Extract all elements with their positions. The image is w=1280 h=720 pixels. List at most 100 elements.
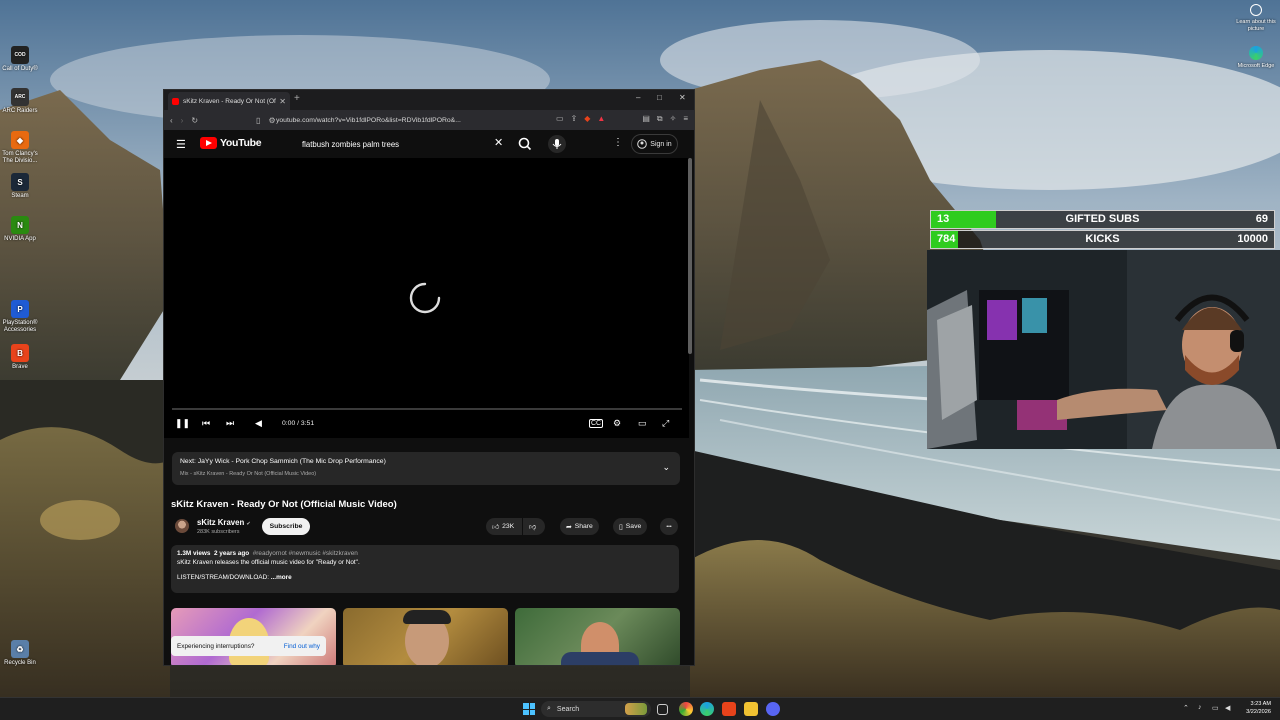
microphone-icon: [552, 139, 562, 149]
desktop-icon-the-division[interactable]: ◆ Tom Clancy's The Divisio...: [0, 131, 40, 165]
desktop-icon-arc-raiders[interactable]: ARC ARC Raiders: [0, 88, 40, 115]
forward-icon[interactable]: ›: [181, 116, 184, 125]
browser-tab-active[interactable]: sKitz Kraven - Ready Or Not (Of ✕: [168, 92, 290, 110]
steam-icon: S: [11, 173, 29, 191]
find-out-why-link[interactable]: Find out why: [284, 643, 320, 650]
sign-in-button[interactable]: Sign in: [631, 134, 678, 154]
volume-tray-icon[interactable]: ◀: [1225, 704, 1230, 712]
hamburger-menu-icon[interactable]: ☰: [176, 138, 186, 151]
new-tab-button[interactable]: +: [294, 93, 300, 104]
playstation-icon: P: [11, 300, 29, 318]
recommended-video-thumbnail[interactable]: [515, 608, 680, 665]
share-icon[interactable]: ⇪: [571, 114, 578, 124]
desktop-icon-brave[interactable]: B Brave: [0, 344, 40, 371]
like-button[interactable]: 👍︎ 23K: [486, 518, 522, 535]
previous-icon[interactable]: ⏮: [202, 418, 210, 429]
save-button[interactable]: ▯ Save: [613, 518, 648, 535]
browser-window: sKitz Kraven - Ready Or Not (Of ✕ + – □ …: [163, 89, 695, 666]
discord-icon[interactable]: [766, 702, 780, 716]
theater-mode-icon[interactable]: ▭: [638, 418, 647, 429]
player-controls: ❚❚ ⏮ ⏭ ◀ 0:00 / 3:51 CC ⚙ ▭ ⤢: [164, 414, 689, 434]
description-stats: 1.3M views 2 years ago #readyornot #newm…: [177, 550, 673, 557]
dislike-button[interactable]: 👎︎: [523, 518, 545, 535]
back-icon[interactable]: ‹: [170, 116, 173, 125]
scroll-thumb[interactable]: [688, 158, 692, 354]
page-scrollbar[interactable]: [688, 158, 692, 658]
volume-icon[interactable]: ◀: [255, 418, 262, 429]
cast-icon[interactable]: ▭: [556, 114, 564, 124]
channel-avatar[interactable]: [175, 519, 189, 533]
youtube-play-icon: [200, 137, 217, 149]
task-view-icon[interactable]: [657, 704, 668, 715]
brave-rewards-icon[interactable]: ▲: [597, 114, 605, 124]
desktop-icon-label: ARC Raiders: [2, 108, 38, 114]
next-icon[interactable]: ⏭: [226, 418, 234, 429]
start-button[interactable]: [523, 703, 535, 715]
desktop-icon-label: Call of Duty®: [2, 66, 38, 72]
hashtags[interactable]: #readyornot #newmusic #skitzkraven: [253, 550, 358, 557]
channel-name[interactable]: sKitz Kraven ✔: [197, 518, 251, 527]
time-display: 0:00 / 3:51: [282, 420, 315, 427]
youtube-logo-text: YouTube: [220, 137, 262, 149]
loading-spinner-icon: [409, 282, 441, 314]
upload-age: 2 years ago: [213, 550, 250, 557]
description-listen: LISTEN/STREAM/DOWNLOAD:: [177, 574, 269, 581]
edge-icon: [1249, 46, 1263, 60]
more-actions-button[interactable]: •••: [660, 518, 678, 535]
captions-icon[interactable]: CC: [589, 419, 604, 428]
network-icon[interactable]: ▭: [1212, 704, 1219, 712]
leo-icon[interactable]: ✧: [670, 114, 677, 124]
show-hidden-icons-icon[interactable]: ⌃: [1183, 704, 1189, 712]
file-explorer-icon[interactable]: [744, 702, 758, 716]
edge-taskbar-icon[interactable]: [700, 702, 714, 716]
maximize-button[interactable]: □: [657, 93, 662, 102]
brave-shields-icon[interactable]: ◆: [584, 114, 590, 124]
chrome-like-icon[interactable]: [679, 702, 693, 716]
sidebar-icon[interactable]: ▤: [642, 114, 650, 124]
site-info-icon[interactable]: ⚙: [268, 116, 275, 125]
goal-target: 10000: [1237, 233, 1268, 245]
extensions-icon[interactable]: ⧉: [657, 114, 663, 124]
desktop-icon-recycle-bin[interactable]: ♻ Recycle Bin: [0, 640, 40, 667]
more-icon: •••: [666, 523, 672, 530]
menu-icon[interactable]: ≡: [683, 114, 688, 124]
pause-icon[interactable]: ❚❚: [175, 418, 190, 429]
show-more-link[interactable]: ...more: [271, 574, 292, 581]
share-button[interactable]: ➦ Share: [560, 518, 599, 535]
progress-bar[interactable]: [172, 408, 682, 410]
bookmark-icon[interactable]: ▯: [256, 116, 260, 125]
desktop-icon-nvidia-app[interactable]: N NVIDIA App: [0, 216, 40, 243]
settings-icon[interactable]: ⚙: [613, 418, 621, 429]
thumbs-down-icon: 👎︎: [529, 523, 536, 531]
learn-about-picture[interactable]: Learn about this picture: [1234, 4, 1278, 33]
microphone-tray-icon[interactable]: ♪: [1198, 704, 1202, 711]
chevron-down-icon[interactable]: ⌄: [662, 462, 670, 473]
search-input[interactable]: flatbush zombies palm trees: [295, 135, 510, 153]
fullscreen-icon[interactable]: ⤢: [662, 418, 669, 429]
subscribe-button[interactable]: Subscribe: [262, 518, 310, 535]
brave-taskbar-icon[interactable]: [722, 702, 736, 716]
settings-kebab-icon[interactable]: ⋮: [613, 137, 623, 148]
up-next-panel[interactable]: Next: JaYy Wick - Pork Chop Sammich (The…: [172, 452, 680, 485]
recommended-video-thumbnail[interactable]: [343, 608, 508, 665]
desktop-icon-edge[interactable]: Microsoft Edge: [1234, 46, 1278, 70]
desktop-icon-call-of-duty[interactable]: COD Call of Duty®: [0, 46, 40, 73]
youtube-logo[interactable]: YouTube: [200, 137, 262, 149]
system-clock[interactable]: 3:23 AM 3/22/2026: [1239, 701, 1271, 716]
video-player[interactable]: ❚❚ ⏮ ⏭ ◀ 0:00 / 3:51 CC ⚙ ▭ ⤢: [164, 158, 689, 438]
search-icon: ⌕: [547, 705, 551, 712]
desktop-icon-playstation-accessories[interactable]: P PlayStation® Accessories: [0, 300, 40, 334]
reload-icon[interactable]: ↻: [191, 116, 198, 125]
voice-search-button[interactable]: [548, 135, 566, 153]
search-button[interactable]: [516, 135, 534, 153]
goal-label: KICKS: [1085, 233, 1120, 245]
url-field[interactable]: youtube.com/watch?v=Vib1fdlPORo&list=RDV…: [276, 114, 531, 127]
desktop-icon-steam[interactable]: S Steam: [0, 173, 40, 200]
close-window-button[interactable]: ✕: [679, 93, 686, 102]
clear-search-icon[interactable]: ✕: [494, 136, 503, 149]
minimize-button[interactable]: –: [636, 93, 640, 102]
description-box[interactable]: 1.3M views 2 years ago #readyornot #newm…: [171, 545, 679, 593]
tab-close-icon[interactable]: ✕: [279, 97, 286, 106]
info-icon: [1250, 4, 1262, 16]
taskbar-search[interactable]: ⌕ Search: [541, 701, 651, 717]
